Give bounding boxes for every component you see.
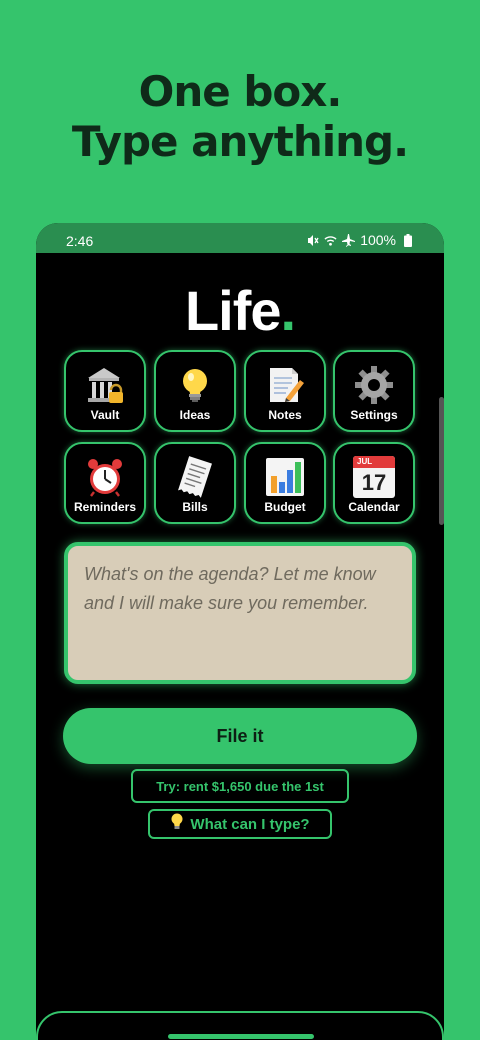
- lightbulb-icon: [170, 813, 184, 835]
- tile-vault[interactable]: Vault: [64, 350, 146, 432]
- calendar-month: JUL: [353, 456, 395, 468]
- what-can-i-type-button[interactable]: What can I type?: [148, 809, 332, 839]
- tile-reminders[interactable]: Reminders: [64, 442, 146, 524]
- tile-label: Vault: [90, 408, 120, 422]
- app-logo: Life.: [184, 279, 296, 342]
- tile-calendar[interactable]: JUL 17 Calendar: [333, 442, 415, 524]
- home-indicator[interactable]: [168, 1034, 314, 1039]
- status-bar: 2:46 100%: [36, 223, 444, 253]
- tile-label: Reminders: [73, 500, 137, 514]
- calendar-day: 17: [361, 470, 387, 495]
- battery-icon: [401, 233, 414, 247]
- memo-icon: [246, 362, 324, 408]
- tile-label: Notes: [268, 408, 302, 422]
- agenda-placeholder: What's on the agenda? Let me know and I …: [84, 564, 376, 613]
- status-time: 2:46: [66, 233, 94, 249]
- tile-label: Calendar: [348, 500, 400, 514]
- tile-settings[interactable]: Settings: [333, 350, 415, 432]
- tile-label: Bills: [182, 500, 208, 514]
- tile-label: Settings: [350, 408, 398, 422]
- headline-line-1: One box.: [138, 67, 343, 116]
- airplane-icon: [342, 233, 356, 247]
- tile-bills[interactable]: Bills: [154, 442, 236, 524]
- tile-notes[interactable]: Notes: [244, 350, 326, 432]
- lightbulb-icon: [156, 362, 234, 408]
- calendar-icon: JUL 17: [335, 454, 413, 500]
- bank-lock-icon: [66, 362, 144, 408]
- gear-icon: [335, 362, 413, 408]
- what-can-i-type-label: What can I type?: [190, 815, 310, 833]
- try-hint-label: Try: rent $1,650 due the 1st: [156, 778, 324, 794]
- battery-level: 100%: [360, 232, 396, 248]
- scroll-indicator[interactable]: [439, 397, 444, 525]
- wifi-icon: [324, 234, 337, 247]
- file-it-button[interactable]: File it: [63, 708, 417, 764]
- phone-screen: 2:46 100% Life. Vault Ideas Notes Settin…: [36, 223, 444, 1040]
- tile-budget[interactable]: Budget: [244, 442, 326, 524]
- tile-ideas[interactable]: Ideas: [154, 350, 236, 432]
- receipt-icon: [156, 454, 234, 500]
- mute-icon: [306, 234, 319, 247]
- tile-label: Ideas: [179, 408, 211, 422]
- bar-chart-icon: [246, 454, 324, 500]
- headline-line-2: Type anything.: [71, 117, 409, 166]
- tile-label: Budget: [264, 500, 306, 514]
- try-hint-button[interactable]: Try: rent $1,650 due the 1st: [131, 769, 349, 803]
- alarm-clock-icon: [66, 454, 144, 500]
- agenda-input[interactable]: What's on the agenda? Let me know and I …: [64, 542, 416, 684]
